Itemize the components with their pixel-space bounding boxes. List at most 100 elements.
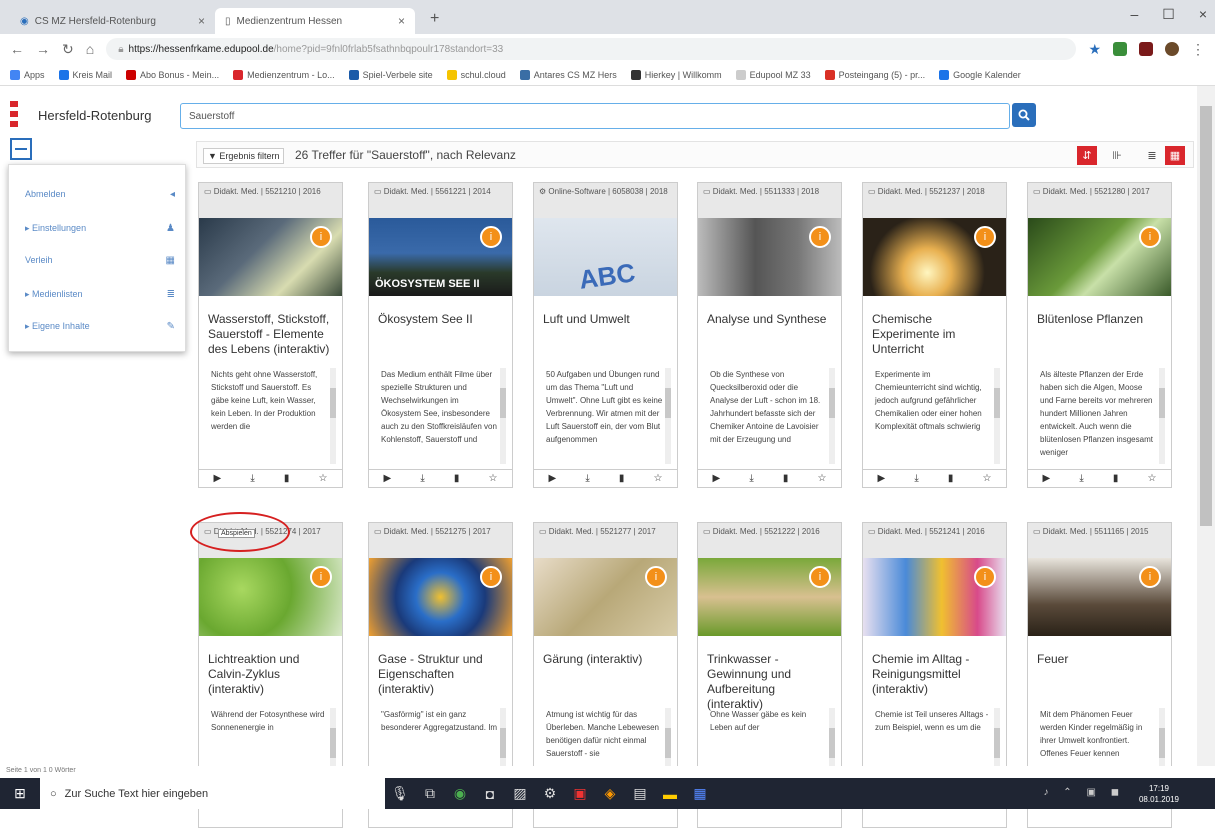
app-icon[interactable]: ▦ xyxy=(685,778,715,809)
brand-logo[interactable] xyxy=(10,101,18,131)
taskbar-search[interactable]: ○ Zur Suche Text hier eingeben xyxy=(40,778,385,809)
bookmark-item[interactable]: schul.cloud xyxy=(446,69,506,80)
bookmark-item[interactable]: Hierkey | Willkomm xyxy=(630,69,722,80)
address-bar[interactable]: 🔒︎ https://hessenfrkame.edupool.de /home… xyxy=(106,38,1077,60)
page-scrollbar[interactable] xyxy=(1197,86,1215,766)
menu-item-own-content[interactable]: ▸ Eigene Inhalte ✎ xyxy=(25,317,175,335)
search-button[interactable] xyxy=(1012,103,1036,127)
media-card[interactable]: ⚙ Online-Software | 6058038 | 2018 ABC Luf… xyxy=(533,182,678,488)
card-scrollbar[interactable] xyxy=(665,368,671,464)
play-icon[interactable]: ▶ xyxy=(1043,473,1051,484)
home-icon[interactable]: ⌂ xyxy=(86,41,94,57)
menu-dots-icon[interactable]: ⋮ xyxy=(1191,41,1205,58)
card-scrollbar[interactable] xyxy=(829,368,835,464)
card-thumbnail[interactable]: i xyxy=(1028,218,1171,296)
close-icon[interactable]: × xyxy=(1199,6,1207,23)
taskbar-clock[interactable]: 17:19 08.01.2019 xyxy=(1139,783,1179,805)
minimize-icon[interactable]: – xyxy=(1130,6,1138,23)
media-card[interactable]: ▭ Didakt. Med. | 5511333 | 2018 i Analyse … xyxy=(697,182,842,488)
card-title[interactable]: Luft und Umwelt xyxy=(534,296,677,368)
info-badge-icon[interactable]: i xyxy=(645,566,667,588)
profile-avatar[interactable] xyxy=(1165,42,1179,56)
download-icon[interactable]: ⤓ xyxy=(420,473,424,484)
scrollbar-thumb[interactable] xyxy=(1200,106,1212,526)
camera-icon[interactable]: ◘ xyxy=(475,778,505,809)
new-tab-icon[interactable]: + xyxy=(430,10,439,28)
media-card[interactable]: ▭ Didakt. Med. | 5521280 | 2017 i Blütenlo… xyxy=(1027,182,1172,488)
bookmark-item[interactable]: Google Kalender xyxy=(939,69,1021,80)
system-tray[interactable]: ♪ ⌃ ▣ ◼ xyxy=(1044,787,1125,798)
download-icon[interactable]: ⤓ xyxy=(250,473,254,484)
app-icon[interactable]: ◈ xyxy=(595,778,625,809)
info-badge-icon[interactable]: i xyxy=(310,226,332,248)
media-card[interactable]: ▭ Didakt. Med. | 5521210 | 2016 i Wasserst… xyxy=(198,182,343,488)
card-thumbnail[interactable]: i xyxy=(863,218,1006,296)
info-badge-icon[interactable]: i xyxy=(480,566,502,588)
document-icon[interactable]: ▮ xyxy=(948,473,954,484)
bookmark-item[interactable]: Kreis Mail xyxy=(58,69,112,80)
card-scrollbar[interactable] xyxy=(1159,368,1165,464)
document-icon[interactable]: ▮ xyxy=(284,473,290,484)
favorite-star-icon[interactable]: ☆ xyxy=(318,473,327,484)
info-badge-icon[interactable]: i xyxy=(974,566,996,588)
bookmark-item[interactable]: Antares CS MZ Hers xyxy=(519,69,617,80)
bookmark-item[interactable]: Edupool MZ 33 xyxy=(735,69,811,80)
card-thumbnail[interactable]: i xyxy=(698,218,841,296)
browser-tab-active[interactable]: ▯ Medienzentrum Hessen × xyxy=(215,8,415,34)
download-icon[interactable]: ⤓ xyxy=(1079,473,1083,484)
document-icon[interactable]: ▮ xyxy=(454,473,460,484)
favorite-star-icon[interactable]: ☆ xyxy=(653,473,662,484)
maximize-icon[interactable]: ☐ xyxy=(1162,6,1175,23)
download-icon[interactable]: ⤓ xyxy=(914,473,918,484)
bookmark-item[interactable]: Posteingang (5) - pr... xyxy=(824,69,925,80)
menu-item-medialists[interactable]: ▸ Medienlisten ≣ xyxy=(25,285,175,303)
card-thumbnail[interactable]: i ÖKOSYSTEM SEE II xyxy=(369,218,512,296)
info-badge-icon[interactable]: i xyxy=(1139,566,1161,588)
photos-icon[interactable]: ▨ xyxy=(505,778,535,809)
card-scrollbar[interactable] xyxy=(330,368,336,464)
bookmark-item[interactable]: Medienzentrum - Lo... xyxy=(233,69,335,80)
search-input[interactable] xyxy=(180,103,1010,129)
card-title[interactable]: Feuer xyxy=(1028,636,1171,708)
card-title[interactable]: Blütenlose Pflanzen xyxy=(1028,296,1171,368)
menu-item-settings[interactable]: ▸ Einstellungen ♟ xyxy=(25,219,175,237)
store-icon[interactable]: ▣ xyxy=(565,778,595,809)
menu-item-logout[interactable]: Abmelden ◂ xyxy=(25,185,175,203)
card-title[interactable]: Analyse und Synthese xyxy=(698,296,841,368)
card-thumbnail[interactable]: i xyxy=(534,558,677,636)
card-title[interactable]: Ökosystem See II xyxy=(369,296,512,368)
extension-icon[interactable] xyxy=(1113,42,1127,56)
sort-button[interactable]: ⇵ xyxy=(1077,146,1097,165)
play-icon[interactable]: ▶ xyxy=(878,473,886,484)
info-badge-icon[interactable]: i xyxy=(1139,226,1161,248)
favorite-star-icon[interactable]: ☆ xyxy=(982,473,991,484)
play-icon[interactable]: ▶ xyxy=(214,473,222,484)
card-title[interactable]: Lichtreaktion und Calvin-Zyklus (interak… xyxy=(199,636,342,708)
card-thumbnail[interactable]: i xyxy=(863,558,1006,636)
download-icon[interactable]: ⤓ xyxy=(585,473,589,484)
favorite-star-icon[interactable]: ☆ xyxy=(817,473,826,484)
card-title[interactable]: Chemie im Alltag - Reinigungsmittel (int… xyxy=(863,636,1006,708)
extension-icon[interactable] xyxy=(1139,42,1153,56)
info-badge-icon[interactable]: i xyxy=(809,566,831,588)
bookmark-item[interactable]: Abo Bonus - Mein... xyxy=(126,69,219,80)
microphone-icon[interactable]: 🎙︎ xyxy=(385,778,415,809)
card-title[interactable]: Gärung (interaktiv) xyxy=(534,636,677,708)
play-icon[interactable]: ▶ xyxy=(549,473,557,484)
browser-tab[interactable]: ◉ CS MZ Hersfeld-Rotenburg × xyxy=(10,8,215,34)
document-icon[interactable]: ▮ xyxy=(1113,473,1119,484)
forward-icon[interactable]: → xyxy=(36,41,50,57)
card-thumbnail[interactable]: i xyxy=(698,558,841,636)
menu-item-lending[interactable]: Verleih ▦ xyxy=(25,251,175,269)
card-title[interactable]: Wasserstoff, Stickstoff, Sauerstoff - El… xyxy=(199,296,342,368)
star-icon[interactable]: ★ xyxy=(1088,41,1101,58)
info-badge-icon[interactable]: i xyxy=(480,226,502,248)
play-icon[interactable]: ▶ xyxy=(384,473,392,484)
info-badge-icon[interactable]: i xyxy=(809,226,831,248)
card-thumbnail[interactable]: i xyxy=(199,558,342,636)
view-list-button[interactable]: ≣ xyxy=(1142,146,1162,165)
calculator-icon[interactable]: ▤ xyxy=(625,778,655,809)
document-icon[interactable]: ▮ xyxy=(783,473,789,484)
info-badge-icon[interactable]: i xyxy=(974,226,996,248)
back-icon[interactable]: ← xyxy=(10,41,24,57)
